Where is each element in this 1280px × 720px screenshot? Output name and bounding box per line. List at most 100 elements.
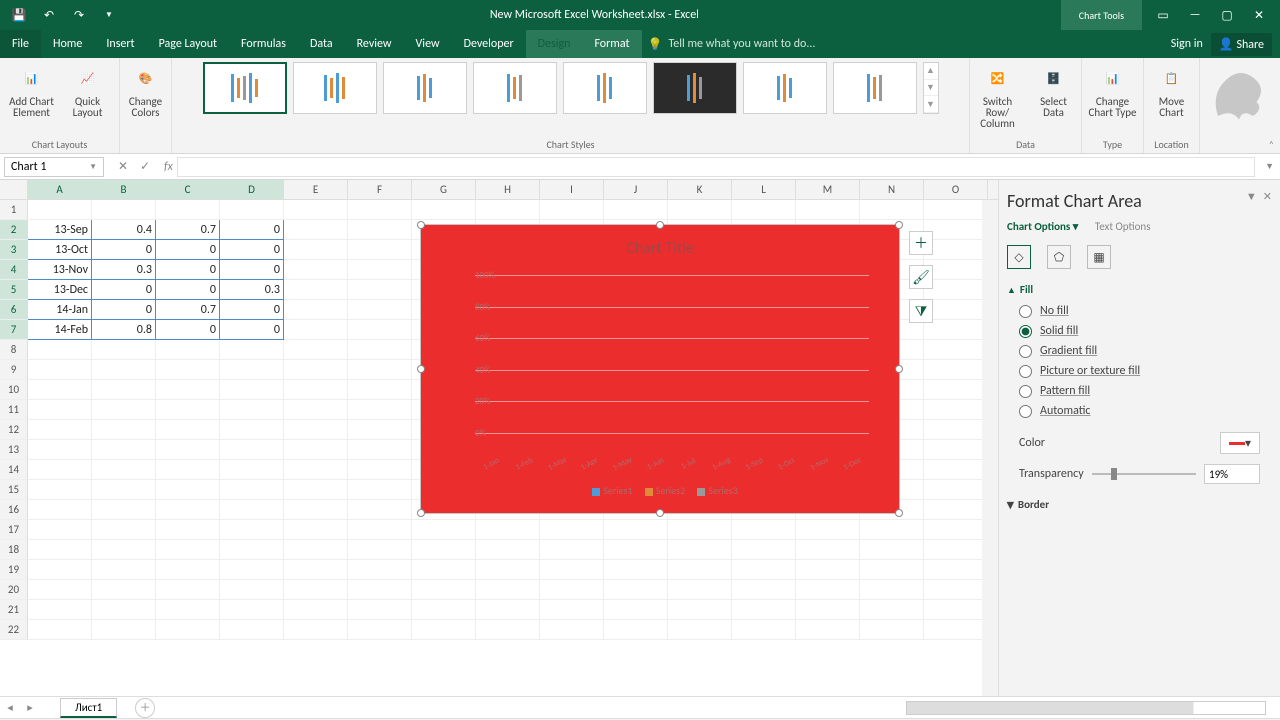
tab-home[interactable]: Home — [41, 30, 94, 58]
name-box[interactable]: Chart 1▼ — [4, 157, 104, 177]
style-thumb[interactable] — [473, 62, 557, 114]
undo-icon[interactable]: ↶ — [40, 6, 58, 24]
sheet-nav-prev[interactable]: ◂ — [0, 701, 20, 714]
size-props-tab-icon[interactable]: ▦ — [1087, 245, 1111, 269]
col-header[interactable]: M — [796, 180, 860, 199]
transparency-label: Transparency — [1019, 467, 1084, 481]
add-sheet-button[interactable]: ＋ — [135, 698, 155, 718]
window-title: New Microsoft Excel Worksheet.xlsx - Exc… — [128, 8, 1061, 22]
col-header[interactable]: N — [860, 180, 924, 199]
style-thumb[interactable] — [833, 62, 917, 114]
tab-page-layout[interactable]: Page Layout — [147, 30, 229, 58]
style-thumb[interactable] — [563, 62, 647, 114]
change-chart-type-button[interactable]: 📊Change Chart Type — [1088, 62, 1138, 118]
chart-filter-button[interactable]: ⧩ — [909, 299, 933, 323]
tab-review[interactable]: Review — [345, 30, 404, 58]
transparency-slider[interactable] — [1092, 473, 1196, 475]
tab-file[interactable]: File — [0, 30, 41, 58]
minimize-icon[interactable]: — — [1182, 8, 1208, 22]
fill-color-button[interactable]: ▾ — [1220, 432, 1260, 454]
vertical-scrollbar[interactable] — [982, 200, 998, 696]
plot-area[interactable]: 0%20%40%60%80%100% — [475, 275, 869, 433]
redo-icon[interactable]: ↷ — [70, 6, 88, 24]
sheet-tab[interactable]: Лист1 — [60, 698, 117, 718]
style-thumb[interactable] — [383, 62, 467, 114]
horizontal-scrollbar[interactable] — [906, 701, 1266, 715]
col-header[interactable]: H — [476, 180, 540, 199]
fill-pattern-radio[interactable]: Pattern fill — [1019, 384, 1272, 398]
style-thumb[interactable] — [293, 62, 377, 114]
chart-title[interactable]: Chart Title — [421, 239, 899, 258]
col-header[interactable]: C — [156, 180, 220, 199]
fill-solid-radio[interactable]: Solid fill — [1019, 324, 1272, 338]
fill-gradient-radio[interactable]: Gradient fill — [1019, 344, 1272, 358]
select-all-corner[interactable] — [0, 180, 28, 199]
border-section-header[interactable]: ▶Border — [1007, 498, 1272, 511]
move-chart-icon: 📋 — [1156, 62, 1188, 94]
col-header[interactable]: G — [412, 180, 476, 199]
transparency-input[interactable] — [1204, 464, 1260, 484]
fx-icon[interactable]: fx — [160, 160, 177, 174]
pane-tab-chart-options[interactable]: Chart Options ▾ — [1007, 220, 1078, 233]
tab-design[interactable]: Design — [526, 30, 583, 58]
chart-styles-gallery[interactable]: ▲▼▼ — [203, 62, 939, 114]
pane-tab-text-options[interactable]: Text Options — [1095, 220, 1151, 233]
chart-legend[interactable]: Series1 Series2 Series3 — [421, 484, 899, 497]
col-header[interactable]: O — [924, 180, 988, 199]
share-button[interactable]: 👤 Share — [1211, 33, 1272, 56]
fill-no-radio[interactable]: No fill — [1019, 304, 1272, 318]
group-label-chart-styles: Chart Styles — [546, 138, 594, 151]
enter-formula-icon[interactable]: ✓ — [136, 159, 154, 174]
tab-format[interactable]: Format — [582, 30, 641, 58]
effects-tab-icon[interactable]: ⬠ — [1047, 245, 1071, 269]
chart-elements-button[interactable]: ＋ — [909, 231, 933, 255]
col-header[interactable]: B — [92, 180, 156, 199]
switch-row-column-button[interactable]: 🔀Switch Row/ Column — [973, 62, 1023, 129]
tell-me-input[interactable]: Tell me what you want to do... — [669, 37, 849, 51]
ribbon-display-icon[interactable]: ▭ — [1150, 8, 1176, 23]
formula-input[interactable] — [177, 157, 1255, 177]
col-header[interactable]: A — [28, 180, 92, 199]
chart-object[interactable]: Chart Title 0%20%40%60%80%100% 1-Jan1-Fe… — [420, 224, 900, 514]
tab-insert[interactable]: Insert — [94, 30, 146, 58]
column-headers[interactable]: A B C D E F G H I J K L M N O — [0, 180, 998, 200]
gallery-scroll[interactable]: ▲▼▼ — [923, 62, 939, 114]
maximize-icon[interactable]: ▢ — [1214, 8, 1240, 23]
close-icon[interactable]: ✕ — [1246, 8, 1272, 23]
col-header[interactable]: J — [604, 180, 668, 199]
fill-picture-radio[interactable]: Picture or texture fill — [1019, 364, 1272, 378]
col-header[interactable]: K — [668, 180, 732, 199]
tab-view[interactable]: View — [404, 30, 452, 58]
style-thumb[interactable] — [653, 62, 737, 114]
style-thumb[interactable] — [203, 62, 287, 114]
col-header[interactable]: D — [220, 180, 284, 199]
chart-styles-button[interactable]: 🖌 — [909, 265, 933, 289]
col-header[interactable]: I — [540, 180, 604, 199]
cancel-formula-icon[interactable]: ✕ — [114, 159, 132, 174]
sheet-nav-next[interactable]: ▸ — [20, 701, 40, 714]
pane-options-icon[interactable]: ▼ — [1246, 190, 1257, 212]
collapse-ribbon-icon[interactable]: ˄ — [1269, 138, 1274, 151]
tab-developer[interactable]: Developer — [452, 30, 526, 58]
style-thumb[interactable] — [743, 62, 827, 114]
qat-dropdown-icon[interactable]: ▼ — [100, 6, 118, 24]
tab-formulas[interactable]: Formulas — [229, 30, 298, 58]
signin-link[interactable]: Sign in — [1171, 37, 1203, 51]
pane-close-icon[interactable]: ✕ — [1263, 190, 1272, 212]
add-chart-element-button[interactable]: 📊 Add Chart Element — [7, 62, 57, 118]
save-icon[interactable]: 💾 — [10, 6, 28, 24]
x-axis: 1-Jan1-Feb1-Mar1-Apr1-May1-Jun1-Jul1-Aug… — [475, 459, 869, 469]
col-header[interactable]: E — [284, 180, 348, 199]
fill-auto-radio[interactable]: Automatic — [1019, 404, 1272, 418]
fill-line-tab-icon[interactable]: ◇ — [1007, 245, 1031, 269]
move-chart-button[interactable]: 📋Move Chart — [1147, 62, 1197, 118]
col-header[interactable]: F — [348, 180, 412, 199]
col-header[interactable]: L — [732, 180, 796, 199]
select-data-button[interactable]: 🗄️Select Data — [1029, 62, 1079, 129]
change-colors-button[interactable]: 🎨 Change Colors — [121, 62, 171, 118]
sheet-tab-bar: ◂ ▸ Лист1 ＋ — [0, 696, 1280, 718]
tab-data[interactable]: Data — [298, 30, 345, 58]
formula-expand-icon[interactable]: ▼ — [1259, 161, 1280, 172]
quick-layout-button[interactable]: 📈 Quick Layout — [63, 62, 113, 118]
fill-section-header[interactable]: ▲Fill — [1007, 283, 1272, 296]
